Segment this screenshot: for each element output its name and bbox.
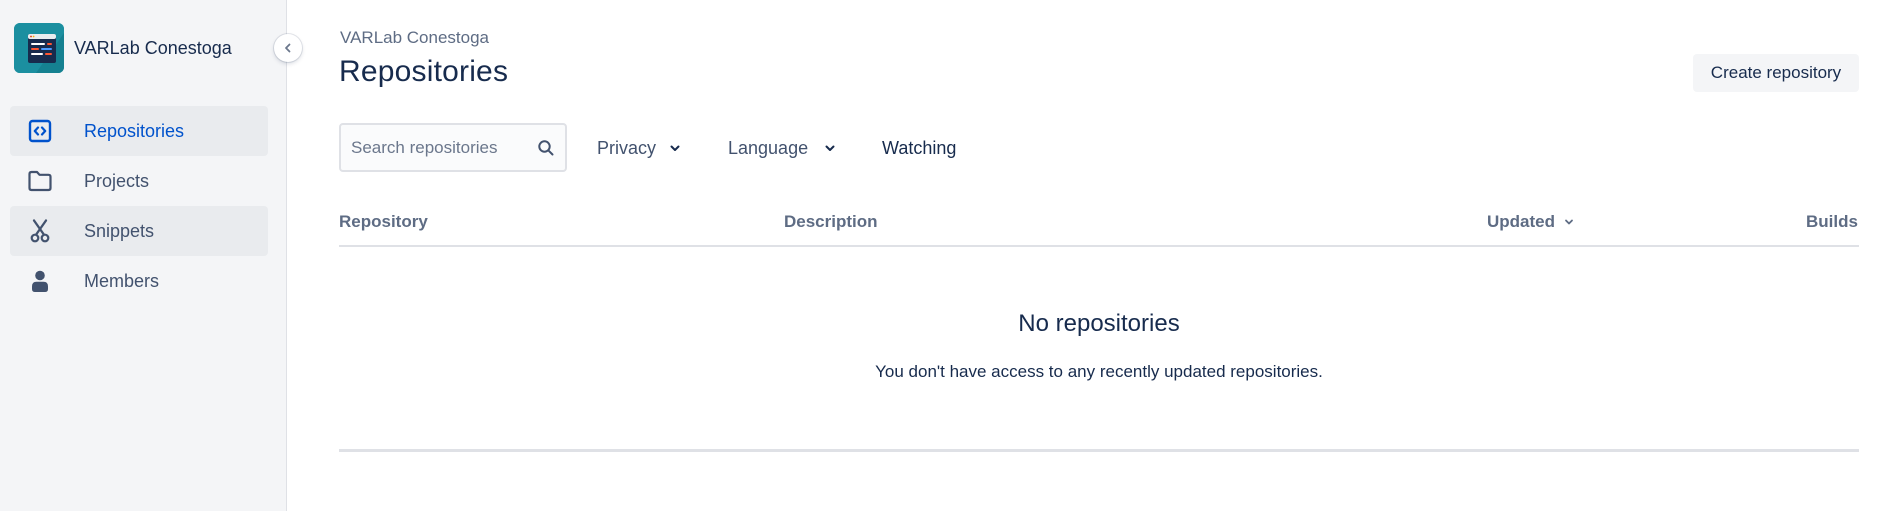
chevron-left-icon: [281, 41, 295, 55]
column-header-updated-label: Updated: [1487, 212, 1555, 231]
sidebar-item-label: Projects: [84, 170, 150, 191]
page-title: Repositories: [339, 55, 509, 88]
sidebar-item-label: Members: [84, 270, 160, 291]
create-repository-button[interactable]: Create repository: [1693, 54, 1859, 92]
column-header-repository: Repository: [339, 212, 428, 231]
sidebar-item-members[interactable]: Members: [10, 256, 268, 306]
chevron-down-icon: [668, 141, 682, 155]
table-bottom-divider: [339, 449, 1859, 452]
workspace-header[interactable]: VARLab Conestoga: [14, 22, 232, 74]
sidebar: VARLab Conestoga Repositories Projects S…: [0, 0, 287, 511]
search-input[interactable]: [349, 136, 533, 159]
code-brackets-icon: [27, 118, 53, 144]
chevron-down-icon: [823, 141, 837, 155]
table-header: Repository Description Updated Builds: [339, 212, 1859, 247]
empty-state-description: You don't have access to any recently up…: [875, 362, 1323, 381]
sidebar-item-projects[interactable]: Projects: [10, 156, 268, 206]
sidebar-item-label: Snippets: [84, 220, 155, 241]
search-box[interactable]: [339, 123, 567, 172]
language-filter-label: Language: [728, 137, 809, 158]
column-header-description: Description: [784, 212, 878, 231]
language-filter-dropdown[interactable]: Language: [728, 134, 837, 162]
scissors-icon: [27, 218, 53, 244]
chevron-down-icon: [1563, 216, 1575, 228]
search-icon[interactable]: [535, 137, 557, 159]
watching-filter-label: Watching: [882, 137, 957, 158]
main-content: VARLab Conestoga Repositories Create rep…: [288, 0, 1898, 511]
workspace-avatar: [14, 23, 64, 73]
sidebar-collapse-button[interactable]: [274, 34, 302, 62]
sidebar-item-repositories[interactable]: Repositories: [10, 106, 268, 156]
privacy-filter-dropdown[interactable]: Privacy: [597, 134, 682, 162]
column-header-updated[interactable]: Updated: [1487, 212, 1575, 232]
person-icon: [27, 268, 53, 294]
column-header-builds: Builds: [1806, 212, 1858, 231]
empty-state-title: No repositories: [1018, 310, 1180, 337]
workspace-name: VARLab Conestoga: [74, 37, 232, 58]
privacy-filter-label: Privacy: [597, 137, 657, 158]
sidebar-item-label: Repositories: [84, 120, 185, 141]
watching-filter-toggle[interactable]: Watching: [882, 134, 956, 162]
breadcrumb[interactable]: VARLab Conestoga: [340, 28, 489, 48]
sidebar-item-snippets[interactable]: Snippets: [10, 206, 268, 256]
folder-icon: [27, 168, 53, 194]
